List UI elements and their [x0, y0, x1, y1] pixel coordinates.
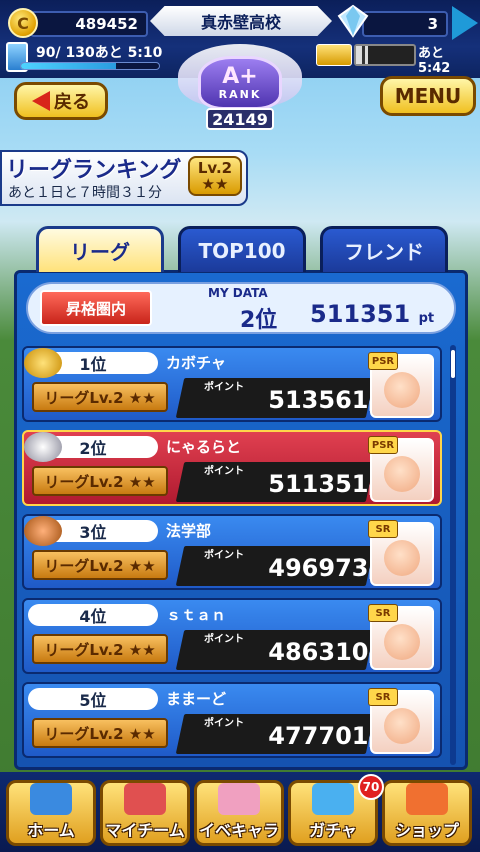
stamina-bar	[20, 62, 160, 70]
my-rank: 2位	[240, 308, 278, 333]
player-league-level: リーグLv.2 ★★	[32, 550, 168, 580]
player-points-value: 511351	[268, 470, 369, 498]
tab-friend[interactable]: フレンド	[320, 226, 448, 272]
my-points-value: 511351	[310, 300, 411, 328]
player-points: 486310pt	[234, 638, 384, 666]
player-name: 法学部	[166, 522, 212, 540]
player-points: 496973pt	[234, 554, 384, 582]
scrollbar-thumb[interactable]	[451, 350, 455, 378]
ranking-row[interactable]: 1位 カボチャ リーグLv.2 ★★ ポイント 513561pt PSR	[22, 346, 442, 422]
gacha-notification-badge: 70	[358, 774, 384, 800]
nav-label: ガチャ	[309, 821, 357, 840]
tab-league[interactable]: リーグ	[36, 226, 164, 272]
ranking-row[interactable]: 3位 法学部 リーグLv.2 ★★ ポイント 496973pt SR	[22, 514, 442, 590]
character-icon	[218, 783, 260, 815]
player-points: 513561pt	[234, 386, 384, 414]
back-button[interactable]: 戻る	[14, 82, 108, 120]
rarity-badge: PSR	[368, 352, 398, 370]
crown-icon	[24, 348, 62, 378]
scrollbar[interactable]	[450, 345, 456, 765]
rank-letter: A+	[222, 63, 258, 89]
gem-count: 3	[362, 11, 448, 37]
player-points-value: 496973	[268, 554, 369, 582]
ranking-row[interactable]: 5位 ままーど リーグLv.2 ★★ ポイント 477701pt SR	[22, 682, 442, 758]
ticket-timer: あと 5:42	[418, 46, 451, 76]
my-data-label: MY DATA	[208, 286, 268, 300]
nav-label: ホーム	[27, 821, 75, 840]
rarity-badge: SR	[368, 520, 398, 538]
crown-icon	[24, 516, 62, 546]
coin-icon: C	[8, 8, 38, 38]
ticket-gauge-fill	[356, 46, 368, 64]
league-level-stars: ★★	[201, 175, 229, 193]
nav-label: ショップ	[394, 821, 459, 840]
nav-shop[interactable]: ショップ	[382, 780, 472, 846]
player-points: 511351pt	[234, 470, 384, 498]
league-level-badge: Lv.2 ★★	[188, 156, 242, 196]
character-face-icon	[384, 624, 420, 660]
nav-label: イベキャラ	[198, 821, 279, 840]
player-name: ｓｔａｎ	[166, 606, 227, 624]
ticket-gauge	[354, 44, 416, 66]
stamina-text: 90/ 130あと 5:10	[36, 45, 163, 61]
rarity-badge: SR	[368, 688, 398, 706]
back-label: 戻る	[54, 92, 90, 113]
gacha-icon	[312, 783, 354, 815]
menu-button[interactable]: MENU	[380, 76, 476, 116]
ranking-row[interactable]: 4位 ｓｔａｎ リーグLv.2 ★★ ポイント 486310pt SR	[22, 598, 442, 674]
ranking-row[interactable]: 2位 にゃるらと リーグLv.2 ★★ ポイント 511351pt PSR	[22, 430, 442, 506]
back-arrow-icon	[32, 91, 50, 111]
league-title: リーグランキング	[6, 158, 182, 183]
my-points-unit: pt	[418, 311, 435, 326]
league-level: Lv.2	[197, 158, 233, 177]
nav-notebook[interactable]: ホーム	[6, 780, 96, 846]
rank-badge[interactable]: A+ RANK	[198, 56, 282, 110]
player-league-level: リーグLv.2 ★★	[32, 718, 168, 748]
rank-word: RANK	[218, 87, 262, 101]
player-name: ままーど	[166, 690, 227, 708]
crown-icon	[24, 432, 62, 462]
player-name: カボチャ	[166, 354, 226, 372]
my-points: 511351 pt	[310, 300, 450, 328]
league-remaining-time: あと１日と７時間３１分	[8, 185, 162, 201]
stamina-bar-fill	[21, 63, 117, 69]
nav-character[interactable]: イベキャラ	[194, 780, 284, 846]
diamond-icon	[337, 4, 369, 38]
player-league-level: リーグLv.2 ★★	[32, 382, 168, 412]
player-league-level: リーグLv.2 ★★	[32, 634, 168, 664]
promotion-zone-badge: 昇格圏内	[40, 290, 152, 326]
notebook-icon	[30, 783, 72, 815]
character-face-icon	[384, 540, 420, 576]
shop-icon	[406, 783, 448, 815]
character-face-icon	[384, 372, 420, 408]
coin-count: 489452	[30, 11, 148, 37]
nav-label: マイチーム	[105, 821, 185, 840]
player-league-level: リーグLv.2 ★★	[32, 466, 168, 496]
player-points-value: 477701	[268, 722, 369, 750]
tab-top100[interactable]: TOP100	[178, 226, 306, 272]
player-name: にゃるらと	[166, 438, 242, 456]
school-name: 真赤壁高校	[150, 6, 332, 36]
rank-position: 5位	[28, 688, 158, 710]
player-points-value: 513561	[268, 386, 369, 414]
rank-position: 4位	[28, 604, 158, 626]
ticket-icon	[316, 44, 352, 66]
team-icon	[124, 783, 166, 815]
character-face-icon	[384, 456, 420, 492]
player-points-value: 486310	[268, 638, 369, 666]
nav-team[interactable]: マイチーム	[100, 780, 190, 846]
character-face-icon	[384, 708, 420, 744]
rarity-badge: PSR	[368, 436, 398, 454]
rank-score: 24149	[206, 108, 274, 130]
player-points: 477701pt	[234, 722, 384, 750]
rarity-badge: SR	[368, 604, 398, 622]
